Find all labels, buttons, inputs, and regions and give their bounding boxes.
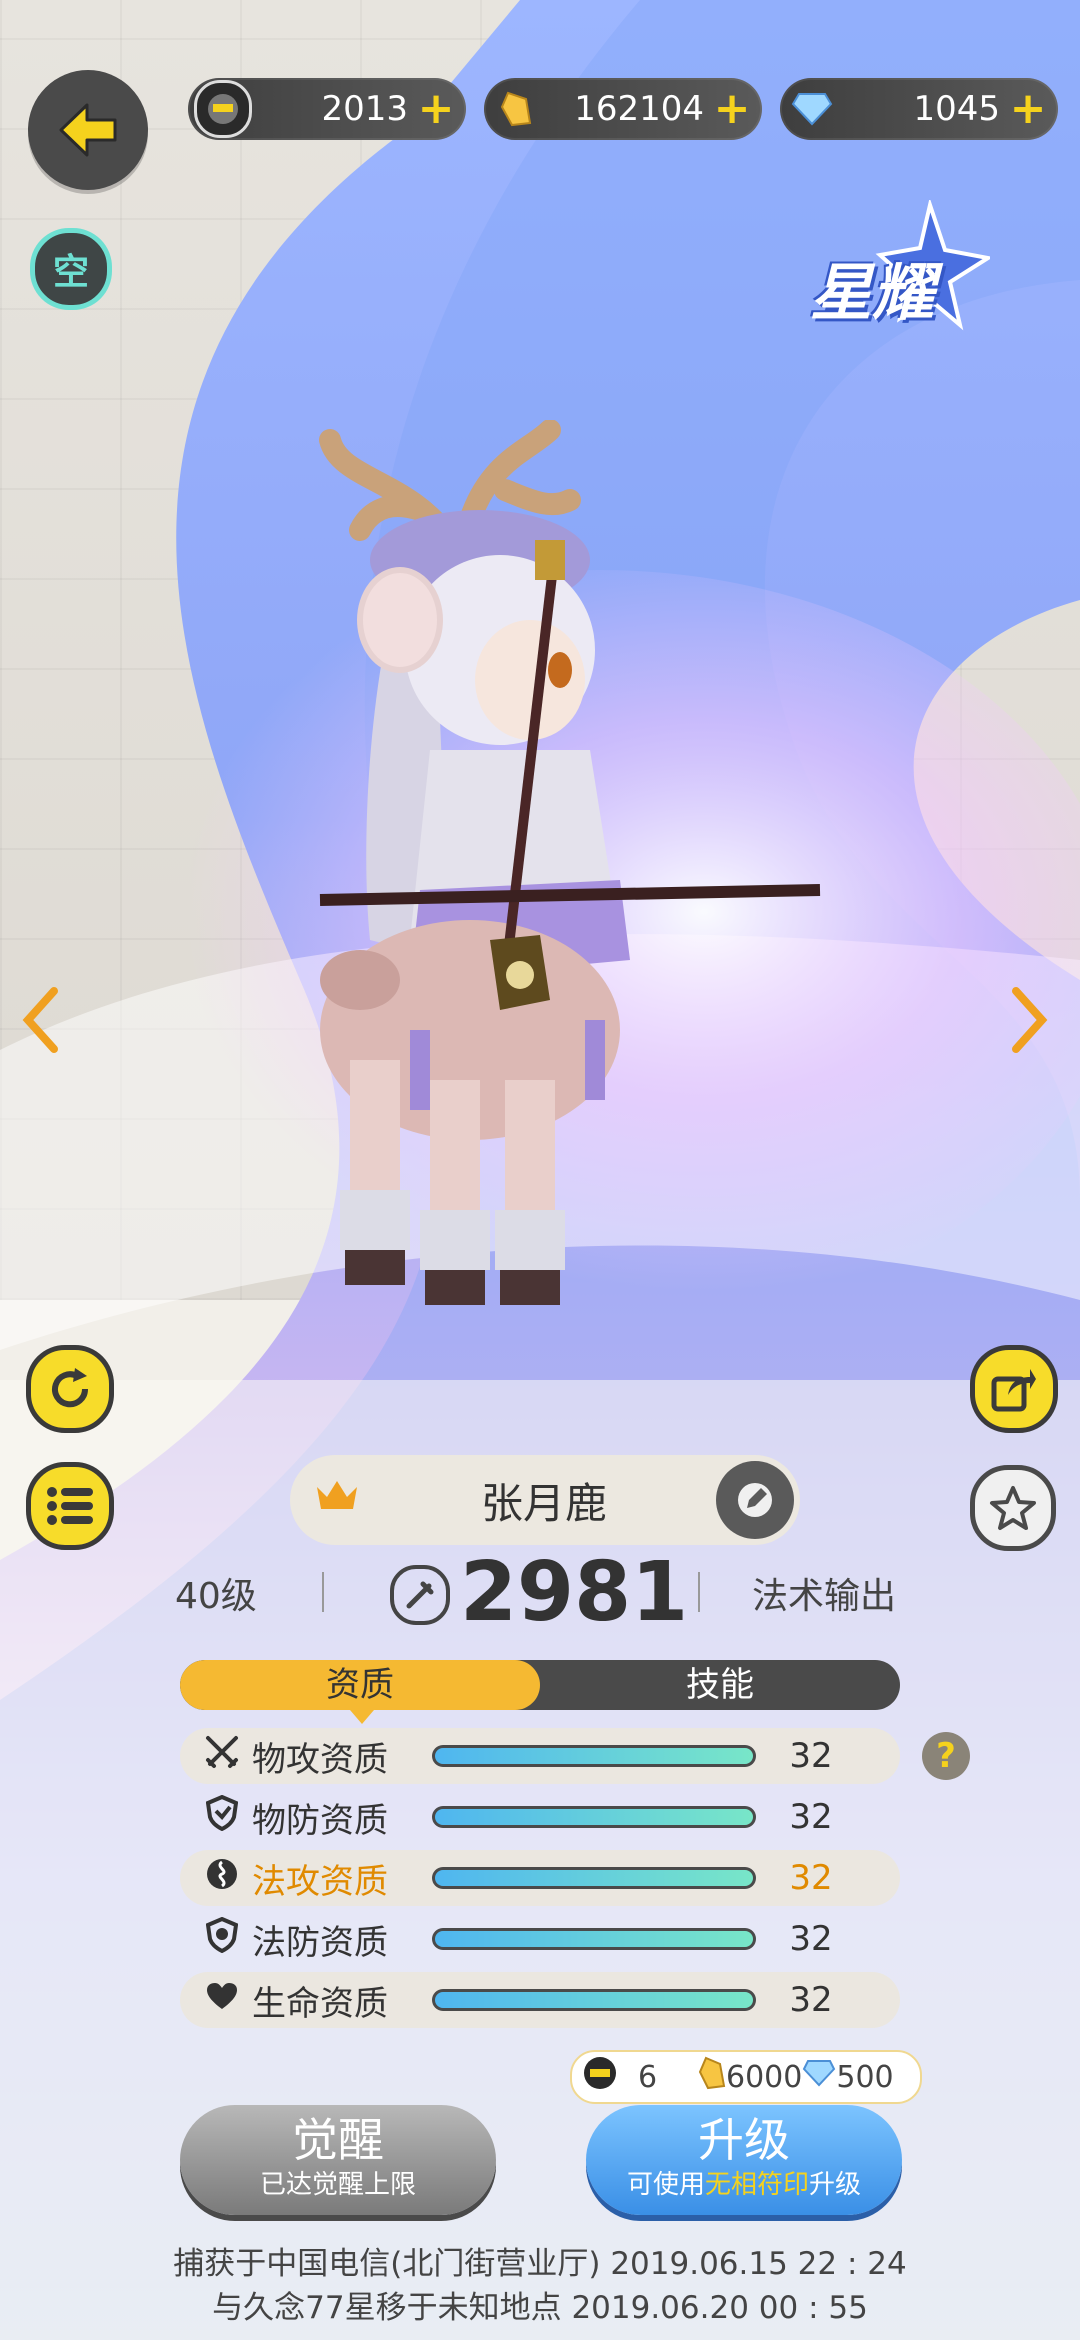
attribute-bar — [432, 1806, 756, 1828]
pencil-icon — [738, 1483, 772, 1517]
currency-diamond: 1045 + — [780, 78, 1058, 140]
upgrade-cost: 6 6000 500 — [570, 2050, 922, 2104]
upgrade-hint-post: 升级 — [809, 2170, 862, 2200]
attribute-bar-fill — [435, 1992, 753, 2008]
combat-power: 2981 — [460, 1545, 689, 1640]
add-token-button[interactable]: + — [416, 87, 456, 131]
rename-button[interactable] — [716, 1461, 794, 1539]
tab-aptitude[interactable]: 资质 — [180, 1660, 540, 1710]
crystal-icon — [698, 2056, 726, 2098]
attribute-bar — [432, 1928, 756, 1950]
refresh-icon — [52, 1368, 89, 1408]
capture-info: 捕获于中国电信(北门街营业厅) 2019.06.15 22 : 24 — [173, 2246, 907, 2282]
list-icon — [47, 1487, 93, 1525]
tab-indicator — [350, 1710, 374, 1724]
divider — [698, 1572, 700, 1612]
divider — [322, 1572, 324, 1612]
upgrade-label: 升级 — [698, 2113, 790, 2167]
diamond-icon — [802, 2059, 836, 2095]
refresh-button[interactable] — [26, 1345, 114, 1433]
arrow-left-icon — [59, 103, 117, 157]
token-count: 2013 — [321, 89, 408, 129]
attribute-label: 生命资质 — [252, 1983, 388, 2024]
attribute-bar-fill — [435, 1748, 753, 1764]
add-crystal-button[interactable]: + — [712, 87, 752, 131]
upgrade-hint: 可使用无相符印升级 — [586, 2169, 902, 2201]
magic-shield-icon — [192, 1916, 252, 1961]
attribute-row: 法防资质 32 — [180, 1911, 900, 1967]
magic-swirl-icon — [192, 1857, 252, 1899]
combat-power-icon — [390, 1565, 450, 1625]
crystal-icon — [490, 83, 542, 135]
help-button[interactable]: ? — [922, 1732, 970, 1780]
chevron-right-icon — [1012, 987, 1048, 1053]
attribute-bar-fill — [435, 1809, 753, 1825]
upgrade-button[interactable]: 升级 可使用无相符印升级 — [586, 2105, 902, 2215]
upgrade-hint-pre: 可使用 — [626, 2170, 705, 2200]
attribute-row: 法攻资质 32 — [180, 1850, 900, 1906]
token-icon — [582, 2055, 618, 2099]
pet-illustration — [319, 420, 821, 1305]
attribute-value: 32 — [789, 1797, 833, 1837]
pet-nameplate: 张月鹿 — [290, 1455, 800, 1545]
kong-button[interactable]: 空 — [30, 228, 112, 310]
attribute-bar — [432, 1745, 756, 1767]
star-icon — [990, 1486, 1036, 1530]
back-button[interactable] — [28, 70, 148, 190]
xingyao-badge: 星耀 — [810, 197, 994, 350]
attribute-bar-fill — [435, 1870, 753, 1886]
upgrade-hint-item: 无相符印 — [704, 2170, 809, 2200]
list-button[interactable] — [26, 1462, 114, 1550]
attribute-value: 32 — [789, 1980, 833, 2020]
share-icon — [991, 1369, 1036, 1412]
attribute-value: 32 — [789, 1858, 833, 1898]
crown-icon — [302, 1477, 372, 1523]
attribute-label: 法攻资质 — [252, 1861, 388, 1902]
detail-tabs: 资质 技能 — [180, 1660, 900, 1710]
attribute-label: 法防资质 — [252, 1922, 388, 1963]
chevron-left-icon — [22, 987, 58, 1053]
xingyao-label: 星耀 — [810, 256, 935, 329]
awaken-label: 觉醒 — [292, 2113, 384, 2167]
attribute-row: 物攻资质 32 — [180, 1728, 900, 1784]
attribute-row: 生命资质 32 — [180, 1972, 900, 2028]
heart-icon — [192, 1981, 252, 2019]
awaken-status: 已达觉醒上限 — [259, 2170, 416, 2200]
share-button[interactable] — [970, 1345, 1058, 1433]
pet-name: 张月鹿 — [480, 1478, 607, 1528]
cost-diamond: 500 — [836, 2059, 894, 2095]
prev-pet-button[interactable] — [20, 985, 60, 1072]
attribute-row: 物防资质 32 — [180, 1789, 900, 1845]
transfer-info: 与久念77星移于未知地点 2019.06.20 00 : 55 — [212, 2290, 868, 2326]
tab-skills[interactable]: 技能 — [540, 1660, 900, 1710]
attribute-value: 32 — [789, 1736, 833, 1776]
add-diamond-button[interactable]: + — [1008, 87, 1048, 131]
shield-icon — [192, 1794, 252, 1839]
pet-level: 40级 — [175, 1576, 257, 1617]
awaken-button[interactable]: 觉醒 已达觉醒上限 — [180, 2105, 496, 2215]
favorite-button[interactable] — [970, 1465, 1056, 1551]
pet-role: 法术输出 — [752, 1576, 897, 1617]
sword-icon — [192, 1734, 252, 1778]
cost-token: 6 — [638, 2059, 658, 2095]
cost-crystal: 6000 — [726, 2059, 803, 2095]
diamond-icon — [786, 83, 838, 135]
diamond-count: 1045 — [913, 89, 1000, 129]
crystal-count: 162104 — [574, 89, 704, 129]
attribute-value: 32 — [789, 1919, 833, 1959]
attribute-label: 物攻资质 — [252, 1739, 388, 1780]
currency-crystal: 162104 + — [484, 78, 762, 140]
attribute-label: 物防资质 — [252, 1800, 388, 1841]
attribute-bar — [432, 1867, 756, 1889]
token-icon — [194, 80, 252, 138]
attribute-bar — [432, 1989, 756, 2011]
attribute-bar-fill — [435, 1931, 753, 1947]
next-pet-button[interactable] — [1010, 985, 1050, 1072]
currency-token: 2013 + — [188, 78, 466, 140]
